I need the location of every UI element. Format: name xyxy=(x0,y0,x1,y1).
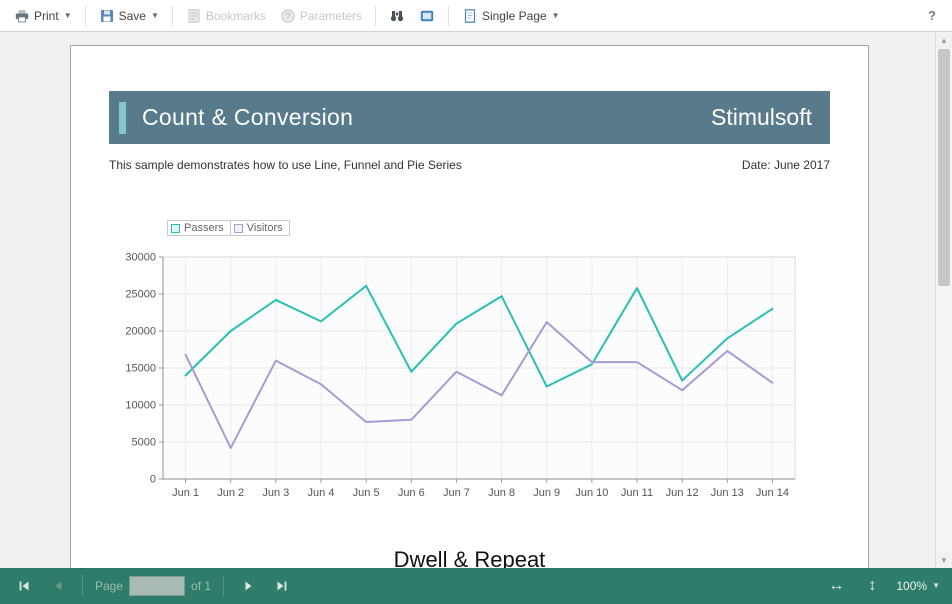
binoculars-icon xyxy=(389,8,405,24)
chart-container: 0 5000 10000 15000 20000 25000 30000 Jun 1 Jun 2… xyxy=(111,249,868,507)
first-page-icon xyxy=(17,579,31,593)
fit-height-button[interactable]: ↕ xyxy=(860,574,884,598)
svg-text:Jun 12: Jun 12 xyxy=(666,487,699,499)
statusbar-separator xyxy=(223,575,224,597)
next-page-button[interactable] xyxy=(236,574,260,598)
chevron-down-icon: ▼ xyxy=(64,12,72,20)
bookmarks-button[interactable]: Bookmarks xyxy=(180,4,272,28)
fit-width-button[interactable]: ↔ xyxy=(824,574,848,598)
legend-item: Passers xyxy=(167,220,231,236)
legend-label: Passers xyxy=(184,222,224,234)
statusbar: Page of 1 ↔ ↕ 100% ▼ xyxy=(0,568,952,604)
svg-text:25000: 25000 xyxy=(125,289,156,301)
vertical-scrollbar[interactable]: ▲ ▼ xyxy=(935,32,952,568)
parameters-button[interactable]: ? Parameters xyxy=(274,4,368,28)
statusbar-right-group: ↔ ↕ 100% ▼ xyxy=(824,574,940,598)
fit-width-icon: ↔ xyxy=(828,578,844,594)
view-mode-button[interactable]: Single Page ▼ xyxy=(456,4,566,28)
print-button[interactable]: Print ▼ xyxy=(8,4,78,28)
svg-text:20000: 20000 xyxy=(125,326,156,338)
next-section-title: Dwell & Repeat xyxy=(71,547,868,568)
save-button[interactable]: Save ▼ xyxy=(93,4,165,28)
bookmarks-icon xyxy=(186,8,202,24)
svg-text:Jun 9: Jun 9 xyxy=(533,487,560,499)
svg-text:Jun 3: Jun 3 xyxy=(262,487,289,499)
parameters-icon: ? xyxy=(280,8,296,24)
print-label: Print xyxy=(34,9,59,23)
view-mode-label: Single Page xyxy=(482,9,547,23)
svg-text:30000: 30000 xyxy=(125,252,156,264)
parameters-label: Parameters xyxy=(300,9,362,23)
printer-icon xyxy=(14,8,30,24)
svg-text:10000: 10000 xyxy=(125,400,156,412)
toolbar-separator xyxy=(85,6,86,26)
zoom-control[interactable]: 100% ▼ xyxy=(896,579,940,593)
svg-text:0: 0 xyxy=(150,474,156,486)
statusbar-separator xyxy=(82,575,83,597)
report-page: Count & Conversion Stimulsoft This sampl… xyxy=(70,45,869,568)
save-icon xyxy=(99,8,115,24)
page-of-label: of 1 xyxy=(191,579,211,593)
report-date: Date: June 2017 xyxy=(742,158,830,172)
fullscreen-button[interactable] xyxy=(413,4,441,28)
first-page-button[interactable] xyxy=(12,574,36,598)
svg-text:Jun 13: Jun 13 xyxy=(711,487,744,499)
scrollbar-thumb[interactable] xyxy=(938,49,950,286)
line-chart-svg: 0 5000 10000 15000 20000 25000 30000 Jun 1 Jun 2… xyxy=(111,249,811,507)
svg-text:Jun 5: Jun 5 xyxy=(353,487,380,499)
chart-legend: Passers Visitors xyxy=(167,220,868,236)
legend-label: Visitors xyxy=(247,222,283,234)
previous-page-icon xyxy=(51,579,65,593)
report-description: This sample demonstrates how to use Line… xyxy=(109,158,462,172)
svg-text:Jun 6: Jun 6 xyxy=(398,487,425,499)
find-button[interactable] xyxy=(383,4,411,28)
zoom-value: 100% xyxy=(896,579,927,593)
chevron-down-icon: ▼ xyxy=(552,12,560,20)
previous-page-button[interactable] xyxy=(46,574,70,598)
report-brand: Stimulsoft xyxy=(711,104,812,131)
svg-text:?: ? xyxy=(285,11,290,21)
toolbar-separator xyxy=(375,6,376,26)
svg-text:Jun 2: Jun 2 xyxy=(217,487,244,499)
toolbar-separator xyxy=(172,6,173,26)
chevron-down-icon: ▼ xyxy=(932,582,940,590)
header-accent-bar xyxy=(119,102,126,134)
scroll-up-icon[interactable]: ▲ xyxy=(936,32,952,48)
bookmarks-label: Bookmarks xyxy=(206,9,266,23)
svg-text:5000: 5000 xyxy=(132,437,156,449)
scroll-down-icon[interactable]: ▼ xyxy=(936,552,952,568)
next-page-icon xyxy=(241,579,255,593)
report-viewer: Count & Conversion Stimulsoft This sampl… xyxy=(0,32,952,568)
report-title: Count & Conversion xyxy=(142,104,353,131)
single-page-icon xyxy=(462,8,478,24)
report-subtitle-row: This sample demonstrates how to use Line… xyxy=(109,158,830,172)
svg-text:Jun 8: Jun 8 xyxy=(488,487,515,499)
toolbar-separator xyxy=(448,6,449,26)
save-label: Save xyxy=(119,9,146,23)
svg-text:Jun 1: Jun 1 xyxy=(172,487,199,499)
chevron-down-icon: ▼ xyxy=(151,12,159,20)
last-page-button[interactable] xyxy=(270,574,294,598)
legend-item: Visitors xyxy=(230,220,290,236)
svg-text:Jun 7: Jun 7 xyxy=(443,487,470,499)
svg-text:Jun 4: Jun 4 xyxy=(308,487,335,499)
svg-text:Jun 11: Jun 11 xyxy=(621,487,653,499)
page-number-input[interactable] xyxy=(129,576,185,596)
svg-text:Jun 10: Jun 10 xyxy=(575,487,608,499)
last-page-icon xyxy=(275,579,289,593)
legend-color-chip xyxy=(171,224,180,233)
toolbar: Print ▼ Save ▼ Bookmarks ? Parameters xyxy=(0,0,952,32)
report-header-band: Count & Conversion Stimulsoft xyxy=(109,91,830,144)
svg-text:15000: 15000 xyxy=(125,363,156,375)
page-label: Page xyxy=(95,579,123,593)
svg-text:Jun 14: Jun 14 xyxy=(756,487,789,499)
legend-color-chip xyxy=(234,224,243,233)
monitor-icon xyxy=(419,8,435,24)
help-button[interactable]: ? xyxy=(920,4,944,27)
fit-height-icon: ↕ xyxy=(868,578,876,594)
page-navigation-group: Page of 1 xyxy=(95,576,211,596)
